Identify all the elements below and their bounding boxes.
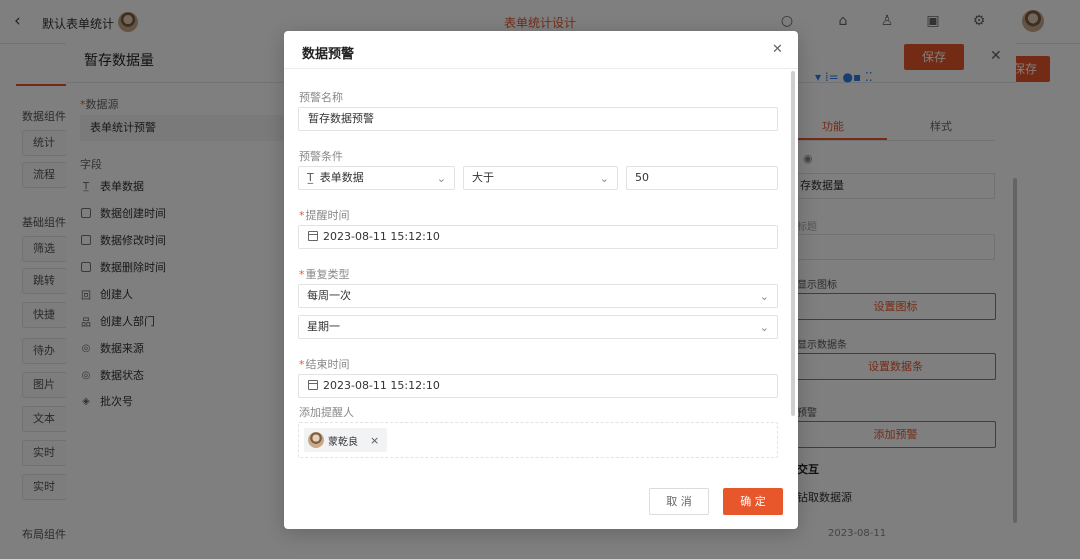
condition-label: 预警条件 (299, 150, 343, 163)
repeat-type-label: 重复类型 (299, 266, 350, 282)
confirm-button[interactable]: 确 定 (723, 488, 783, 515)
end-time-picker[interactable]: 2023-08-11 15:12:10 (298, 374, 778, 398)
close-icon[interactable]: ✕ (772, 42, 783, 57)
reminder-name: 蒙乾良 (328, 436, 358, 448)
end-time-label: 结束时间 (299, 356, 350, 372)
chevron-down-icon: ⌄ (599, 172, 609, 185)
calendar-icon (308, 231, 318, 241)
chevron-down-icon: ⌄ (759, 290, 769, 303)
repeat-day-select[interactable]: 星期一 ⌄ (298, 315, 778, 339)
data-warning-dialog: 数据预警 ✕ 预警名称 暂存数据预警 预警条件 T̲ 表单数据 ⌄ 大于 ⌄ 50… (284, 31, 798, 529)
add-reminder-label: 添加提醒人 (299, 406, 354, 419)
remind-time-label: 提醒时间 (299, 207, 350, 223)
reminder-chip: 蒙乾良 × (304, 428, 388, 452)
condition-field-select[interactable]: T̲ 表单数据 ⌄ (298, 166, 455, 190)
warning-name-label: 预警名称 (299, 91, 343, 104)
warning-name-input[interactable]: 暂存数据预警 (298, 107, 778, 131)
repeat-type-select[interactable]: 每周一次 ⌄ (298, 284, 778, 308)
dialog-scrollbar[interactable] (791, 71, 795, 416)
remove-icon[interactable]: × (370, 434, 379, 447)
chevron-down-icon: ⌄ (759, 321, 769, 334)
remind-time-picker[interactable]: 2023-08-11 15:12:10 (298, 225, 778, 249)
condition-operator-select[interactable]: 大于 ⌄ (463, 166, 618, 190)
avatar (308, 432, 324, 448)
text-icon: T̲ (307, 171, 314, 184)
cancel-button[interactable]: 取 消 (649, 488, 709, 515)
dialog-title: 数据预警 (302, 47, 355, 62)
divider (284, 68, 798, 69)
calendar-icon (308, 380, 318, 390)
chevron-down-icon: ⌄ (436, 172, 446, 185)
condition-value-input[interactable]: 50 (626, 166, 778, 190)
